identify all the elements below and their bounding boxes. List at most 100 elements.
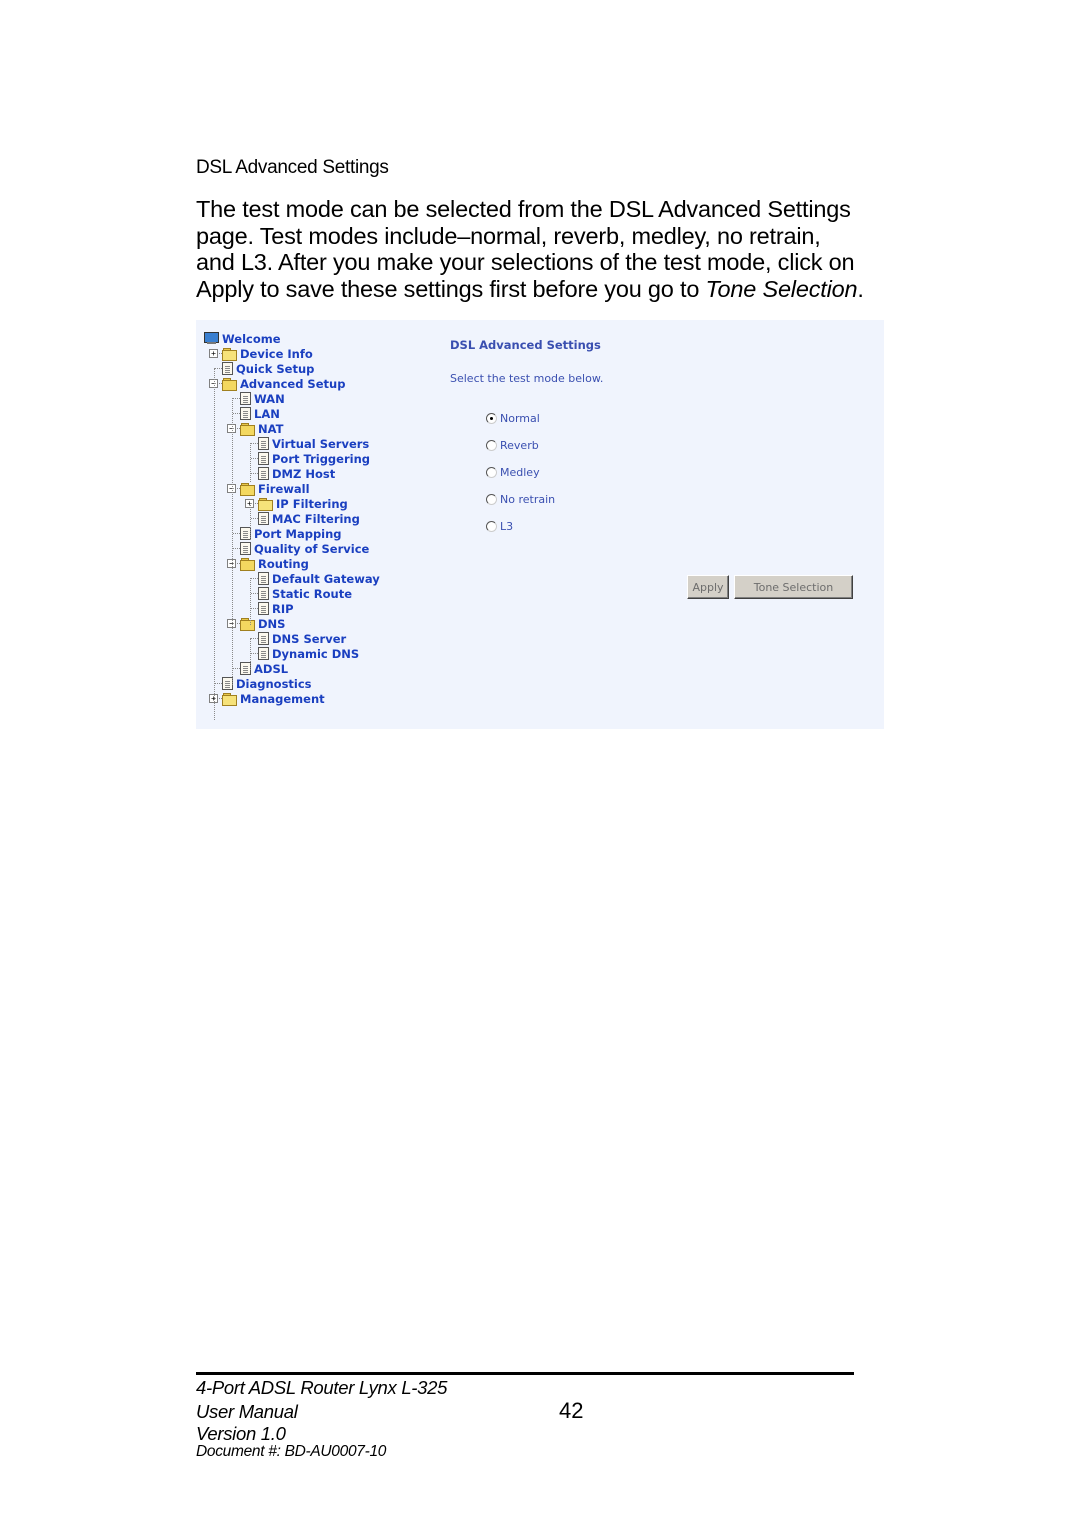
tree-item-label: Dynamic DNS [272, 646, 360, 661]
document-icon [258, 632, 269, 645]
tree-item-label: Port Triggering [272, 451, 370, 466]
paragraph-line: Apply to save these settings first befor… [196, 276, 896, 303]
tree-item[interactable]: Port Mapping [240, 526, 342, 541]
tree-connector [251, 518, 258, 519]
test-mode-option[interactable]: Reverb [486, 439, 539, 452]
tree-item-label: NAT [258, 421, 284, 436]
radio-button[interactable] [486, 521, 497, 532]
tree-guide-line [250, 503, 251, 540]
tree-item[interactable]: IP Filtering [258, 496, 348, 511]
tree-item-label: Diagnostics [236, 676, 312, 691]
tree-item-label: Quick Setup [236, 361, 315, 376]
expand-icon[interactable]: + [209, 349, 218, 358]
test-mode-option[interactable]: Medley [486, 466, 540, 479]
document-icon [240, 542, 251, 555]
tree-item[interactable]: Diagnostics [222, 676, 312, 691]
document-icon [258, 437, 269, 450]
document-icon [258, 452, 269, 465]
tree-item[interactable]: Routing [240, 556, 309, 571]
document-icon [258, 572, 269, 585]
tree-item[interactable]: Static Route [258, 586, 352, 601]
tree-item-label: DNS [258, 616, 286, 631]
tone-selection-button[interactable]: Tone Selection [734, 575, 853, 599]
tree-item-label: MAC Filtering [272, 511, 360, 526]
tree-item-label: WAN [254, 391, 285, 406]
tree-item[interactable]: Device Info [222, 346, 313, 361]
folder-open-icon [240, 557, 255, 571]
test-mode-label: L3 [500, 520, 514, 533]
tree-item[interactable]: LAN [240, 406, 280, 421]
tree-item-label: Port Mapping [254, 526, 342, 541]
page-number: 42 [559, 1398, 584, 1423]
tree-item-label: LAN [254, 406, 280, 421]
folder-icon [222, 347, 237, 361]
tree-connector [251, 593, 258, 594]
tree-item-label: RIP [272, 601, 294, 616]
tree-item[interactable]: DMZ Host [258, 466, 335, 481]
tree-item[interactable]: Dynamic DNS [258, 646, 359, 661]
radio-button[interactable] [486, 467, 497, 478]
tree-item-label: Firewall [258, 481, 310, 496]
paragraph-line: The test mode can be selected from the D… [196, 196, 851, 222]
tree-item[interactable]: DNS [240, 616, 285, 631]
tree-item[interactable]: Quick Setup [222, 361, 314, 376]
tree-item-label: Static Route [272, 586, 353, 601]
tree-item[interactable]: Management [222, 691, 325, 706]
tree-connector [251, 578, 258, 579]
test-mode-label: Reverb [500, 439, 539, 452]
tree-item[interactable]: MAC Filtering [258, 511, 360, 526]
tree-item[interactable]: NAT [240, 421, 283, 436]
radio-button[interactable] [486, 440, 497, 451]
body-paragraph: The test mode can be selected from the D… [196, 196, 896, 303]
tree-item-label: Welcome [222, 331, 281, 346]
panel-subtitle: Select the test mode below. [450, 372, 604, 385]
tree-connector [251, 608, 258, 609]
tree-item[interactable]: Virtual Servers [258, 436, 369, 451]
tree-connector [251, 473, 258, 474]
tree-item[interactable]: Default Gateway [258, 571, 380, 586]
tree-connector [233, 413, 240, 414]
tree-item-label: Virtual Servers [272, 436, 370, 451]
tree-connector [233, 398, 240, 399]
monitor-icon [204, 332, 219, 345]
tree-guide-line [250, 443, 251, 482]
tree-item[interactable]: ADSL [240, 661, 288, 676]
folder-open-icon [240, 422, 255, 436]
tree-guide-line [214, 368, 215, 720]
tree-connector [251, 638, 258, 639]
paragraph-line: and L3. After you make your selections o… [196, 249, 855, 276]
tree-item[interactable]: Firewall [240, 481, 310, 496]
tree-guide-line [250, 638, 251, 670]
tree-connector [215, 683, 222, 684]
folder-open-icon [240, 482, 255, 496]
apply-button[interactable]: Apply [687, 575, 729, 599]
tree-item-label: Quality of Service [254, 541, 370, 556]
test-mode-option[interactable]: No retrain [486, 493, 555, 506]
test-mode-option[interactable]: Normal [486, 412, 540, 425]
document-icon [258, 602, 269, 615]
radio-button[interactable] [486, 413, 497, 424]
tree-item[interactable]: Welcome [204, 331, 281, 346]
test-mode-option[interactable]: L3 [486, 520, 513, 533]
test-mode-label: No retrain [500, 493, 556, 506]
document-icon [240, 407, 251, 420]
section-title: DSL Advanced Settings [196, 157, 389, 178]
document-icon [258, 467, 269, 480]
tone-selection-reference: Tone Selection [705, 276, 858, 303]
tree-connector [251, 458, 258, 459]
tree-item[interactable]: Quality of Service [240, 541, 369, 556]
tree-item[interactable]: DNS Server [258, 631, 346, 646]
footer-rule [196, 1372, 854, 1375]
folder-icon [258, 497, 273, 511]
tree-guide-line [250, 578, 251, 625]
radio-button[interactable] [486, 494, 497, 505]
tree-item[interactable]: Port Triggering [258, 451, 370, 466]
tree-item[interactable]: WAN [240, 391, 285, 406]
tree-item[interactable]: Advanced Setup [222, 376, 345, 391]
tree-item[interactable]: RIP [258, 601, 294, 616]
footer-document-number: Document #: BD-AU0007-10 [196, 1443, 387, 1460]
tree-connector [233, 668, 240, 669]
folder-open-icon [222, 377, 237, 391]
paragraph-line: page. Test modes include–normal, reverb,… [196, 222, 821, 249]
tree-connector [251, 443, 258, 444]
